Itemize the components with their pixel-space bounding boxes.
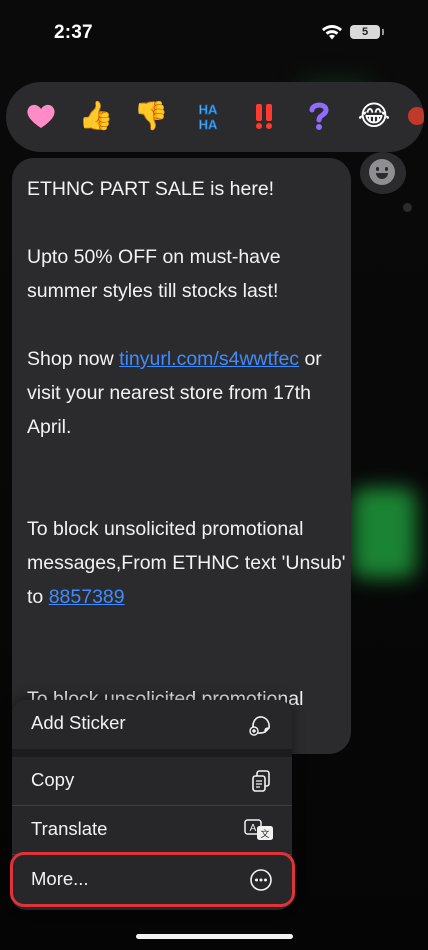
heart-emoji-icon[interactable] xyxy=(19,94,63,138)
battery-icon: 5 xyxy=(350,25,384,39)
status-bar: 2:37 5 xyxy=(0,0,428,66)
tapback-tail xyxy=(403,203,412,212)
translate-menu-item[interactable]: Translate A 文 xyxy=(12,806,292,854)
laughing-emoji-icon[interactable]: 😂 xyxy=(352,94,396,138)
add-reaction-icon[interactable] xyxy=(369,159,395,185)
home-indicator xyxy=(136,934,293,939)
svg-text:A: A xyxy=(250,823,257,834)
svg-text:文: 文 xyxy=(260,828,269,840)
exclamation-emoji-icon[interactable] xyxy=(242,94,286,138)
menu-item-label: Translate xyxy=(31,818,108,839)
wifi-icon xyxy=(322,25,342,40)
copy-icon xyxy=(252,770,270,792)
thumbs-up-emoji-icon[interactable]: 👍 xyxy=(74,94,118,138)
haha-emoji-icon[interactable]: HA HA xyxy=(186,94,230,138)
sticker-icon xyxy=(249,716,270,736)
svg-text:HA: HA xyxy=(199,102,218,117)
add-sticker-menu-item[interactable]: Add Sticker xyxy=(12,700,292,748)
copy-menu-item[interactable]: Copy xyxy=(12,757,292,805)
more-reaction-emoji-icon[interactable] xyxy=(400,94,424,138)
menu-section-divider xyxy=(12,749,292,757)
message-line: Shop now tinyurl.com/s4wwtfec or visit y… xyxy=(27,342,347,444)
message-text: ETHNC PART SALE is here! Upto 50% OFF on… xyxy=(27,172,347,716)
menu-item-label: Add Sticker xyxy=(31,712,126,733)
status-time: 2:37 xyxy=(54,22,93,43)
message-bubble: ETHNC PART SALE is here! Upto 50% OFF on… xyxy=(12,158,351,754)
menu-item-label: Copy xyxy=(31,769,75,790)
phone-link[interactable]: 8857389 xyxy=(49,586,125,608)
reaction-bar: 👍 👎 HA HA 😂 xyxy=(6,82,424,152)
message-line: To block unsolicited promotional message… xyxy=(27,512,347,614)
message-text-fragment: Shop now xyxy=(27,348,120,370)
message-line: Upto 50% OFF on must-have summer styles … xyxy=(27,246,281,302)
translate-icon: A 文 xyxy=(244,819,273,840)
message-line: ETHNC PART SALE is here! xyxy=(27,178,275,200)
shop-link[interactable]: tinyurl.com/s4wwtfec xyxy=(119,348,299,370)
question-emoji-icon[interactable] xyxy=(297,94,341,138)
svg-text:HA: HA xyxy=(199,117,218,132)
more-highlight-outline xyxy=(10,852,295,907)
background-blur-green xyxy=(352,488,416,578)
thumbs-down-emoji-icon[interactable]: 👎 xyxy=(129,94,173,138)
